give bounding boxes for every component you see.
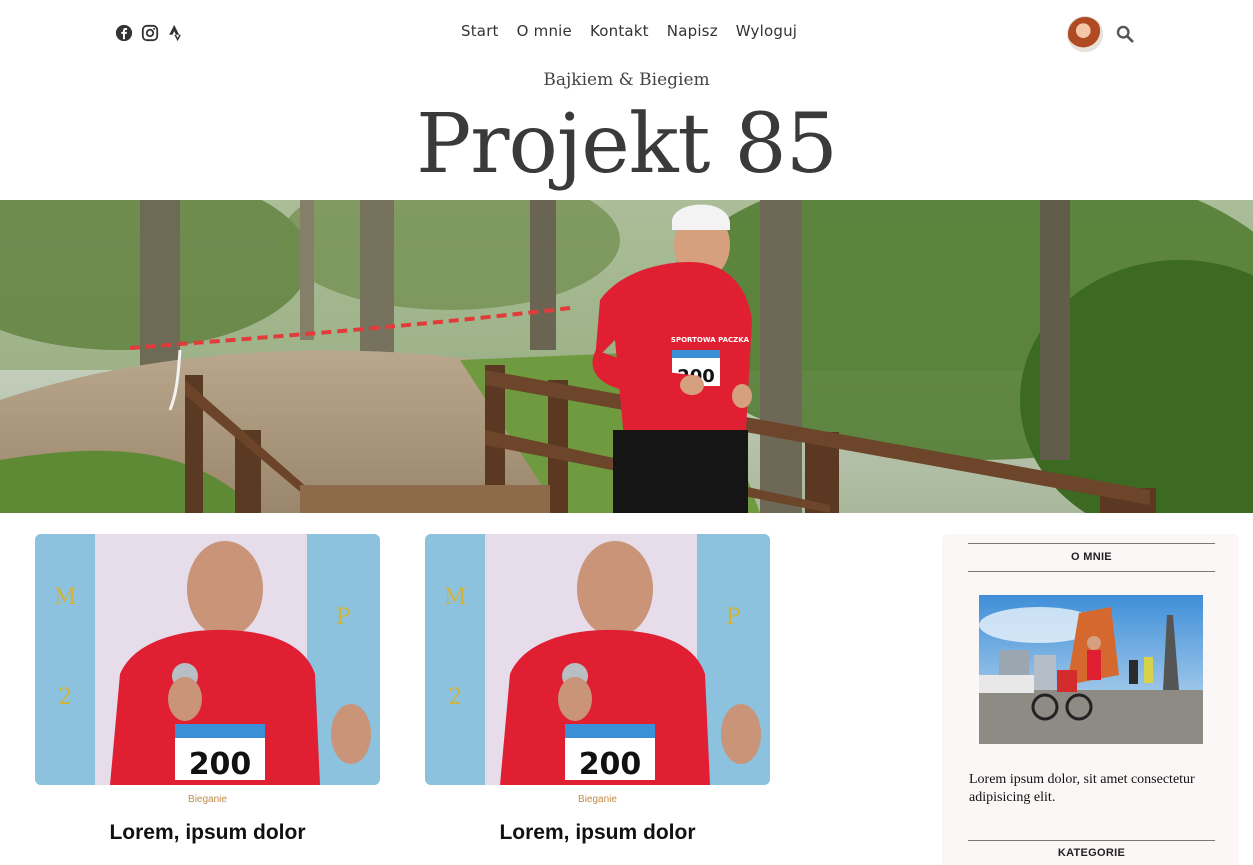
post-card: M 2 P T 200 Bieganie Lorem, ipsum dolor: [35, 534, 380, 845]
strava-icon[interactable]: [167, 24, 185, 42]
search-icon[interactable]: [1116, 25, 1134, 43]
widget-title-about: O MNIE: [968, 543, 1215, 572]
nav-start[interactable]: Start: [461, 22, 499, 40]
sidebar: O MNIE Lorem ipsum dolor, sit amet conse…: [942, 534, 1239, 865]
svg-text:M: M: [444, 585, 467, 610]
nav-kontakt[interactable]: Kontakt: [590, 22, 649, 40]
about-photo: [979, 595, 1203, 744]
post-category[interactable]: Bieganie: [35, 794, 380, 805]
about-image: [979, 595, 1203, 744]
svg-text:P: P: [726, 605, 741, 630]
post-card: M 2 P T 200 Bieganie Lorem, ipsum dolor: [425, 534, 770, 845]
post-photo: M 2 P T 200: [35, 534, 380, 785]
svg-text:2: 2: [448, 685, 462, 710]
svg-text:2: 2: [58, 685, 72, 710]
post-title[interactable]: Lorem, ipsum dolor: [425, 821, 770, 845]
bib-number: 200: [189, 747, 252, 782]
hero-runner-photo: 200 SPORTOWA PACZKA: [0, 200, 1253, 513]
about-text: Lorem ipsum dolor, sit amet consectetur …: [969, 772, 1195, 805]
nav-wyloguj[interactable]: Wyloguj: [736, 22, 797, 40]
main-nav: Start O mnie Kontakt Napisz Wyloguj: [461, 22, 797, 40]
post-category[interactable]: Bieganie: [425, 794, 770, 805]
svg-text:SPORTOWA PACZKA: SPORTOWA PACZKA: [671, 336, 750, 344]
hero-image: 200 SPORTOWA PACZKA: [0, 200, 1253, 513]
post-thumbnail[interactable]: M 2 P T 200: [425, 534, 770, 785]
svg-text:M: M: [54, 585, 77, 610]
site-title[interactable]: Projekt 85: [0, 92, 1253, 197]
svg-text:P: P: [336, 605, 351, 630]
post-photo: M 2 P T 200: [425, 534, 770, 785]
site-subtitle: Bajkiem & Biegiem: [543, 70, 710, 90]
bib-number: 200: [579, 747, 642, 782]
post-title[interactable]: Lorem, ipsum dolor: [35, 821, 380, 845]
nav-o-mnie[interactable]: O mnie: [517, 22, 572, 40]
social-links: [115, 24, 185, 42]
post-thumbnail[interactable]: M 2 P T 200: [35, 534, 380, 785]
top-bar: Start O mnie Kontakt Napisz Wyloguj: [0, 0, 1253, 66]
nav-napisz[interactable]: Napisz: [667, 22, 718, 40]
avatar[interactable]: [1067, 16, 1103, 52]
facebook-icon[interactable]: [115, 24, 133, 42]
widget-title-categories: KATEGORIE: [968, 840, 1215, 865]
instagram-icon[interactable]: [141, 24, 159, 42]
